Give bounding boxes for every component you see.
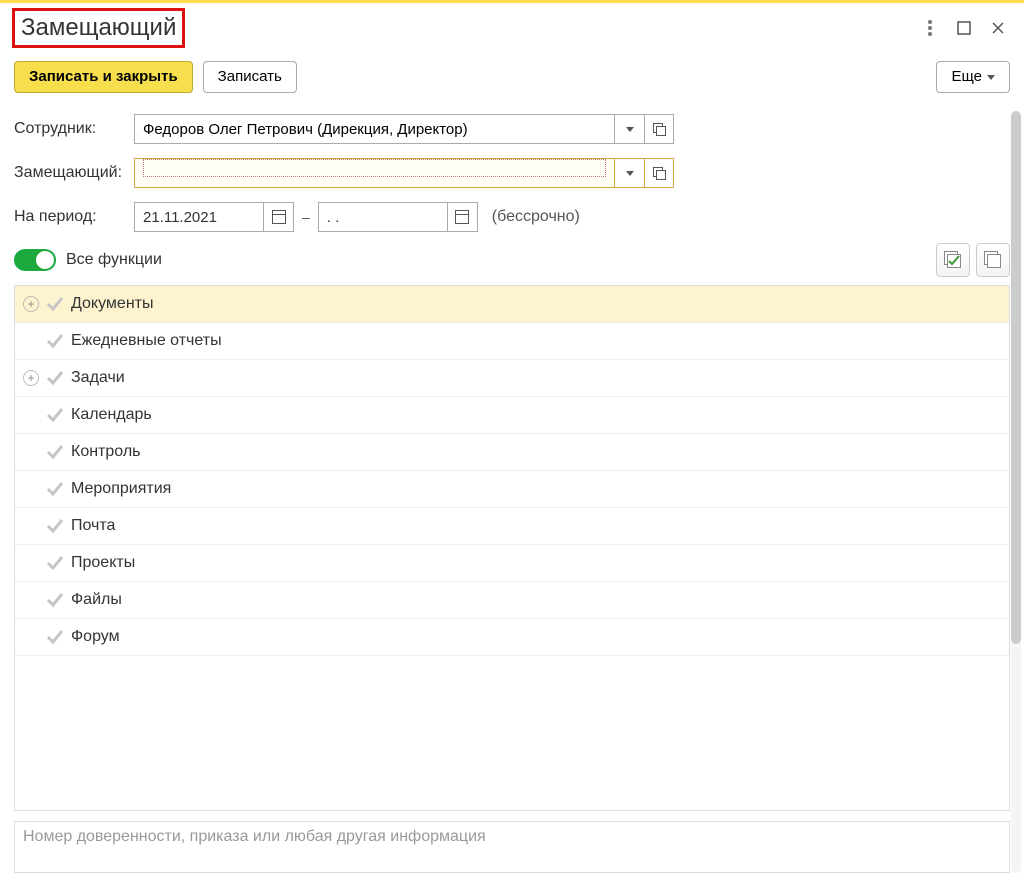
select-all-button[interactable] <box>936 243 970 277</box>
tree-row-label: Документы <box>71 295 153 313</box>
titlebar: Замещающий <box>0 3 1024 53</box>
close-icon <box>991 21 1005 35</box>
more-button[interactable]: Еще <box>936 61 1010 93</box>
open-icon <box>653 167 665 179</box>
tree-row-label: Мероприятия <box>71 480 171 498</box>
kebab-menu-button[interactable] <box>916 14 944 42</box>
note-placeholder: Номер доверенности, приказа или любая др… <box>23 828 486 845</box>
tree-row-label: Календарь <box>71 406 152 424</box>
period-hint: (бессрочно) <box>492 208 580 226</box>
page-title: Замещающий <box>12 8 185 48</box>
employee-dropdown-button[interactable] <box>614 114 644 144</box>
expand-spacer <box>23 592 39 608</box>
date-from-wrap: 21.11.2021 <box>134 202 294 232</box>
expand-spacer <box>23 407 39 423</box>
checkmark-icon <box>45 553 65 573</box>
functions-tree[interactable]: + Документы Ежедневные отчеты + Задачи Календ… <box>14 285 1010 811</box>
employee-open-button[interactable] <box>644 114 674 144</box>
deselect-all-button[interactable] <box>976 243 1010 277</box>
tree-row[interactable]: Контроль <box>15 434 1009 471</box>
scrollbar-thumb[interactable] <box>1011 111 1021 644</box>
date-to-input[interactable]: . . <box>318 202 448 232</box>
tree-row-label: Почта <box>71 517 115 535</box>
tree-row[interactable]: + Документы <box>15 286 1009 323</box>
expand-spacer <box>23 518 39 534</box>
expand-icon[interactable]: + <box>23 296 39 312</box>
substitute-label: Замещающий: <box>14 164 134 182</box>
content: + Документы Ежедневные отчеты + Задачи Календ… <box>0 281 1024 883</box>
toolbar: Записать и закрыть Записать Еще <box>0 53 1024 107</box>
expand-spacer <box>23 555 39 571</box>
tree-row[interactable]: Ежедневные отчеты <box>15 323 1009 360</box>
expand-spacer <box>23 481 39 497</box>
checkmark-icon <box>45 442 65 462</box>
tree-row[interactable]: Мероприятия <box>15 471 1009 508</box>
tree-row-label: Ежедневные отчеты <box>71 332 222 350</box>
tree-row-label: Контроль <box>71 443 141 461</box>
checkmark-icon <box>45 627 65 647</box>
period-label: На период: <box>14 208 134 226</box>
select-all-icon <box>944 251 962 269</box>
checkmark-icon <box>45 479 65 499</box>
expand-spacer <box>23 333 39 349</box>
maximize-button[interactable] <box>950 14 978 42</box>
checkmark-icon <box>45 294 65 314</box>
date-from-input[interactable]: 21.11.2021 <box>134 202 264 232</box>
tree-row[interactable]: Почта <box>15 508 1009 545</box>
chevron-down-icon <box>987 75 995 80</box>
substitute-row: Замещающий: <box>14 151 1010 195</box>
tree-row[interactable]: Календарь <box>15 397 1009 434</box>
calendar-icon <box>455 210 469 224</box>
tree-row[interactable]: Форум <box>15 619 1009 656</box>
all-functions-toggle[interactable] <box>14 249 56 271</box>
expand-icon[interactable]: + <box>23 370 39 386</box>
close-button[interactable] <box>984 14 1012 42</box>
maximize-icon <box>957 21 971 35</box>
tree-row[interactable]: + Задачи <box>15 360 1009 397</box>
calendar-icon <box>272 210 286 224</box>
form-area: Сотрудник: Замещающий: На период: 21.11.… <box>0 107 1024 239</box>
checkmark-icon <box>45 331 65 351</box>
substitute-open-button[interactable] <box>644 158 674 188</box>
vertical-scrollbar[interactable] <box>1011 111 1021 873</box>
period-dash: – <box>302 209 310 225</box>
date-from-picker-button[interactable] <box>264 202 294 232</box>
tree-row-label: Задачи <box>71 369 125 387</box>
substitute-dropdown-button[interactable] <box>614 158 644 188</box>
checkmark-icon <box>45 516 65 536</box>
chevron-down-icon <box>626 127 634 132</box>
expand-spacer <box>23 444 39 460</box>
more-button-label: Еще <box>951 62 982 92</box>
kebab-icon <box>928 19 932 37</box>
chevron-down-icon <box>626 171 634 176</box>
employee-row: Сотрудник: <box>14 107 1010 151</box>
tree-row[interactable]: Файлы <box>15 582 1009 619</box>
tree-row-label: Файлы <box>71 591 122 609</box>
employee-combo <box>134 114 674 144</box>
deselect-all-icon <box>984 251 1002 269</box>
tree-row[interactable]: Проекты <box>15 545 1009 582</box>
period-row: На период: 21.11.2021 – . . (бессрочно) <box>14 195 1010 239</box>
checkmark-icon <box>45 368 65 388</box>
note-input[interactable]: Номер доверенности, приказа или любая др… <box>14 821 1010 873</box>
checkmark-icon <box>45 405 65 425</box>
employee-input[interactable] <box>134 114 614 144</box>
tree-row-label: Форум <box>71 628 120 646</box>
save-and-close-button[interactable]: Записать и закрыть <box>14 61 193 93</box>
date-to-picker-button[interactable] <box>448 202 478 232</box>
tree-row-label: Проекты <box>71 554 135 572</box>
toggle-knob <box>36 251 54 269</box>
window: Замещающий Записать и закрыть Записать Е… <box>0 0 1024 883</box>
save-button[interactable]: Записать <box>203 61 297 93</box>
checkmark-icon <box>45 590 65 610</box>
all-functions-label: Все функции <box>66 251 930 269</box>
functions-toggle-row: Все функции <box>0 239 1024 281</box>
substitute-combo <box>134 158 674 188</box>
open-icon <box>653 123 665 135</box>
expand-spacer <box>23 629 39 645</box>
employee-label: Сотрудник: <box>14 120 134 138</box>
substitute-input[interactable] <box>134 158 614 188</box>
date-to-wrap: . . <box>318 202 478 232</box>
